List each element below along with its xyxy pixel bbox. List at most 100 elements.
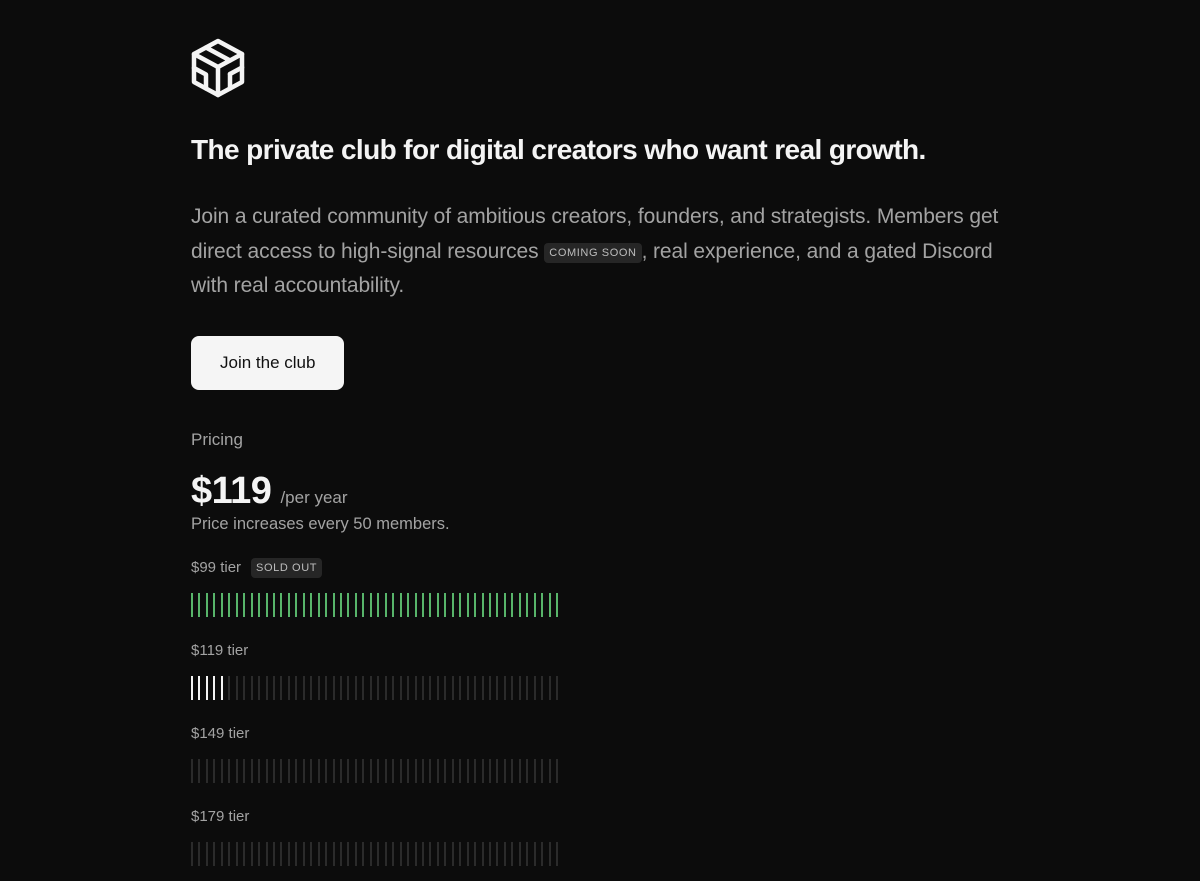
tier-progress-tick [474, 592, 477, 617]
tier-progress-tick [496, 592, 499, 617]
tier-progress-bars [191, 675, 559, 700]
tier-progress-tick [243, 675, 246, 700]
tier-progress-tick [369, 592, 372, 617]
sold-out-badge: SOLD OUT [251, 557, 323, 578]
tier-progress-tick [481, 675, 484, 700]
tier-progress-bars [191, 758, 559, 783]
tier-progress-tick [243, 841, 246, 866]
tier-progress-tick [332, 758, 335, 783]
tier-progress-tick [511, 592, 514, 617]
tier-progress-tick [191, 675, 193, 700]
tier-progress-tick [407, 675, 410, 700]
tier-179: $179 tier [191, 806, 1011, 866]
tier-progress-tick [429, 675, 432, 700]
tier-progress-tick [347, 758, 350, 783]
tier-progress-tick [466, 592, 469, 617]
cube-logo-icon [191, 38, 245, 98]
tier-progress-tick [399, 758, 402, 783]
price-increase-note: Price increases every 50 members. [191, 514, 450, 533]
tier-progress-tick [220, 592, 223, 617]
tier-progress-tick [332, 675, 335, 700]
tier-119: $119 tier [191, 640, 1011, 700]
tier-progress-tick [392, 841, 395, 866]
tier-progress-tick [287, 758, 290, 783]
tier-progress-tick [280, 758, 283, 783]
tier-progress-tick [332, 592, 335, 617]
tier-list: $99 tier SOLD OUT $119 tier $149 tier $1… [191, 557, 1011, 866]
tier-progress-tick [556, 592, 559, 617]
tier-progress-tick [451, 675, 454, 700]
tier-progress-tick [466, 758, 469, 783]
tier-progress-tick [310, 675, 313, 700]
tier-progress-tick [421, 592, 424, 617]
tier-progress-tick [228, 841, 231, 866]
tier-progress-tick [280, 592, 283, 617]
tier-progress-tick [436, 758, 439, 783]
tier-progress-tick [377, 592, 380, 617]
tier-progress-tick [213, 758, 216, 783]
tier-progress-tick [392, 592, 395, 617]
tier-progress-tick [421, 758, 424, 783]
tier-progress-tick [317, 675, 320, 700]
tier-progress-tick [511, 675, 514, 700]
tier-progress-tick [436, 592, 439, 617]
tier-progress-tick [414, 592, 417, 617]
tier-progress-tick [272, 841, 275, 866]
tier-progress-tick [444, 758, 447, 783]
tier-progress-tick [451, 758, 454, 783]
tier-progress-tick [340, 841, 342, 866]
tier-progress-tick [429, 758, 432, 783]
tier-progress-tick [250, 592, 253, 617]
tier-progress-tick [503, 675, 506, 700]
tier-progress-tick [295, 841, 298, 866]
tier-progress-tick [258, 841, 261, 866]
tier-progress-tick [213, 841, 216, 866]
tier-progress-tick [526, 592, 529, 617]
tier-progress-tick [362, 592, 365, 617]
tier-progress-tick [325, 841, 328, 866]
tier-progress-tick [489, 841, 491, 866]
page: The private club for digital creators wh… [0, 0, 1200, 881]
tier-progress-tick [191, 841, 193, 866]
tier-progress-tick [265, 592, 268, 617]
tier-progress-tick [265, 675, 268, 700]
tier-progress-tick [302, 675, 305, 700]
tier-progress-tick [243, 592, 246, 617]
tier-progress-tick [489, 592, 491, 617]
tier-progress-tick [503, 841, 506, 866]
tier-progress-tick [474, 675, 477, 700]
tier-progress-tick [533, 758, 536, 783]
tier-progress-tick [481, 758, 484, 783]
tier-progress-tick [302, 841, 305, 866]
tier-progress-tick [340, 758, 342, 783]
tier-progress-tick [332, 841, 335, 866]
tier-progress-tick [302, 592, 305, 617]
join-club-button[interactable]: Join the club [191, 335, 345, 390]
tier-progress-tick [481, 592, 484, 617]
tier-progress-tick [191, 758, 193, 783]
tier-progress-tick [340, 675, 342, 700]
price-period: /per year [280, 487, 348, 507]
tier-progress-tick [280, 841, 283, 866]
tier-progress-tick [384, 841, 387, 866]
tier-progress-tick [429, 592, 432, 617]
tier-progress-tick [414, 675, 417, 700]
tier-progress-tick [392, 675, 395, 700]
tier-progress-tick [444, 841, 447, 866]
tier-progress-tick [541, 675, 544, 700]
tier-progress-tick [354, 841, 357, 866]
tier-progress-tick [265, 758, 268, 783]
tier-progress-tick [466, 841, 469, 866]
tier-label: $179 tier [191, 808, 250, 825]
tier-progress-tick [235, 758, 238, 783]
tier-progress-tick [459, 758, 462, 783]
tier-progress-tick [459, 841, 462, 866]
tier-progress-tick [526, 675, 529, 700]
tier-progress-tick [191, 592, 193, 617]
tier-progress-tick [295, 592, 298, 617]
tier-progress-tick [526, 758, 529, 783]
tier-progress-tick [272, 675, 275, 700]
tier-progress-tick [198, 841, 201, 866]
tier-progress-tick [220, 675, 223, 700]
tier-progress-tick [228, 758, 231, 783]
